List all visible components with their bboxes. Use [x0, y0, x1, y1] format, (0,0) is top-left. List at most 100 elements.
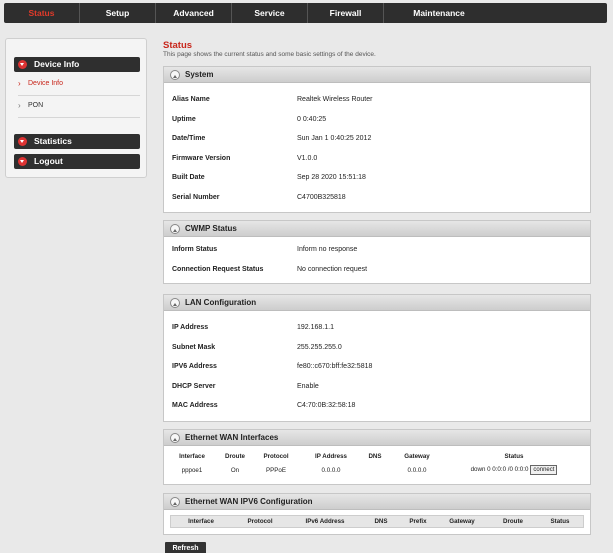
chevron-down-icon	[18, 60, 27, 69]
wan-table-header: Interface Droute Protocol IP Address DNS…	[164, 449, 590, 463]
lan-value: C4:70:0B:32:58:18	[297, 402, 356, 410]
lan-key: Subnet Mask	[172, 343, 216, 351]
wan-col-header: IP Address	[315, 452, 347, 460]
cwmp-panel: CWMP Status Inform Status Inform no respo…	[163, 220, 591, 284]
cwmp-row: Connection Request Status No connection r…	[164, 260, 590, 280]
system-value: V1.0.0	[297, 154, 318, 162]
system-row: Built Date Sep 28 2020 15:51:18	[164, 168, 590, 188]
wan-col-header: DNS	[368, 452, 382, 460]
wan6-panel-header[interactable]: Ethernet WAN IPV6 Configuration	[164, 494, 590, 510]
sidebar-link-device-info[interactable]: Device Info	[18, 79, 140, 88]
wan6-panel: Ethernet WAN IPV6 Configuration Interfac…	[163, 493, 591, 535]
lan-panel-header[interactable]: LAN Configuration	[164, 295, 590, 311]
sidebar-statistics[interactable]: Statistics	[14, 134, 140, 149]
wan-col-header: Interface	[179, 452, 205, 460]
sidebar-logout-label: Logout	[34, 156, 63, 166]
lan-panel-title: LAN Configuration	[185, 298, 257, 307]
sidebar-device-info[interactable]: Device Info	[14, 57, 140, 72]
wan-status: down 0 0:0:0 /0 0:0:0 connect	[444, 465, 584, 475]
wan-panel-title: Ethernet WAN Interfaces	[185, 433, 279, 442]
sidebar-statistics-label: Statistics	[34, 136, 72, 146]
cwmp-key: Connection Request Status	[172, 265, 264, 273]
wan-ip: 0.0.0.0	[321, 466, 341, 474]
system-key: Uptime	[172, 115, 196, 123]
nav-service[interactable]: Service	[232, 3, 308, 23]
system-row: Uptime 0 0:40:25	[164, 110, 590, 130]
system-row: Alias Name Realtek Wireless Router	[164, 90, 590, 110]
wan6-col-header: Droute	[503, 518, 523, 525]
top-nav: Status Setup Advanced Service Firewall M…	[4, 3, 607, 23]
lan-row: MAC Address C4:70:0B:32:58:18	[164, 396, 590, 416]
lan-key: MAC Address	[172, 402, 218, 410]
sidebar: Device Info Device Info PON Statistics L…	[5, 38, 147, 178]
page-description: This page shows the current status and s…	[163, 51, 376, 58]
lan-key: IPV6 Address	[172, 363, 217, 371]
sidebar-logout[interactable]: Logout	[14, 154, 140, 169]
sidebar-divider	[18, 95, 140, 96]
wan-interface: pppoe1	[181, 466, 203, 474]
nav-firewall[interactable]: Firewall	[308, 3, 384, 23]
lan-value: 255.255.255.0	[297, 343, 342, 351]
wan6-col-header: Interface	[188, 518, 214, 525]
system-value: C4700B325818	[297, 193, 346, 201]
wan6-col-header: Prefix	[409, 518, 427, 525]
system-key: Firmware Version	[172, 154, 231, 162]
wan6-col-header: IPv6 Address	[305, 518, 345, 525]
cwmp-key: Inform Status	[172, 246, 218, 253]
lan-value: fe80::c670:bff:fe32:5818	[297, 363, 373, 371]
nav-maintenance[interactable]: Maintenance	[384, 3, 494, 23]
system-panel-header[interactable]: System	[164, 67, 590, 83]
wan-col-header: Protocol	[263, 452, 289, 460]
wan6-col-header: Status	[550, 518, 570, 525]
system-key: Alias Name	[172, 96, 210, 103]
nav-status[interactable]: Status	[4, 3, 80, 23]
page-title: Status	[163, 40, 193, 51]
connect-button[interactable]: connect	[530, 465, 558, 475]
sidebar-divider	[18, 117, 140, 118]
wan6-col-header: Protocol	[247, 518, 273, 525]
collapse-icon	[170, 70, 180, 80]
wan-panel: Ethernet WAN Interfaces Interface Droute…	[163, 429, 591, 485]
system-panel: System Alias Name Realtek Wireless Router…	[163, 66, 591, 213]
lan-row: Subnet Mask 255.255.255.0	[164, 338, 590, 358]
lan-panel: LAN Configuration IP Address 192.168.1.1 …	[163, 294, 591, 422]
collapse-icon	[170, 433, 180, 443]
wan-gateway: 0.0.0.0	[407, 466, 427, 474]
wan-col-header: Gateway	[404, 452, 430, 460]
refresh-button[interactable]: Refresh	[165, 542, 206, 553]
wan6-panel-title: Ethernet WAN IPV6 Configuration	[185, 497, 313, 506]
cwmp-row: Inform Status Inform no response	[164, 240, 590, 260]
lan-row: IPV6 Address fe80::c670:bff:fe32:5818	[164, 357, 590, 377]
collapse-icon	[170, 224, 180, 234]
nav-advanced[interactable]: Advanced	[156, 3, 232, 23]
collapse-icon	[170, 497, 180, 507]
sidebar-device-info-label: Device Info	[34, 59, 80, 69]
system-key: Built Date	[172, 174, 205, 182]
wan-droute: On	[230, 466, 240, 474]
wan6-table-header: Interface Protocol IPv6 Address DNS Pref…	[170, 515, 584, 528]
wan-panel-header[interactable]: Ethernet WAN Interfaces	[164, 430, 590, 446]
wan6-col-header: Gateway	[449, 518, 475, 525]
chevron-down-icon	[18, 157, 27, 166]
collapse-icon	[170, 298, 180, 308]
system-value: Realtek Wireless Router	[297, 96, 373, 103]
lan-key: DHCP Server	[172, 382, 216, 390]
wan-col-header: Status	[504, 452, 524, 460]
cwmp-value: No connection request	[297, 265, 368, 273]
wan-col-header: Droute	[225, 452, 245, 460]
system-value: 0 0:40:25	[297, 115, 327, 123]
cwmp-value: Inform no response	[297, 246, 358, 253]
system-row: Serial Number C4700B325818	[164, 188, 590, 208]
cwmp-panel-title: CWMP Status	[185, 224, 237, 233]
cwmp-panel-header[interactable]: CWMP Status	[164, 221, 590, 237]
nav-setup[interactable]: Setup	[80, 3, 156, 23]
sidebar-link-pon[interactable]: PON	[18, 101, 140, 110]
system-row: Firmware Version V1.0.0	[164, 149, 590, 169]
wan6-col-header: DNS	[374, 518, 388, 525]
lan-value: 192.168.1.1	[297, 324, 334, 331]
system-value: Sep 28 2020 15:51:18	[297, 174, 366, 182]
lan-row: IP Address 192.168.1.1	[164, 318, 590, 338]
system-key: Date/Time	[172, 135, 206, 143]
chevron-down-icon	[18, 137, 27, 146]
lan-value: Enable	[297, 382, 319, 390]
